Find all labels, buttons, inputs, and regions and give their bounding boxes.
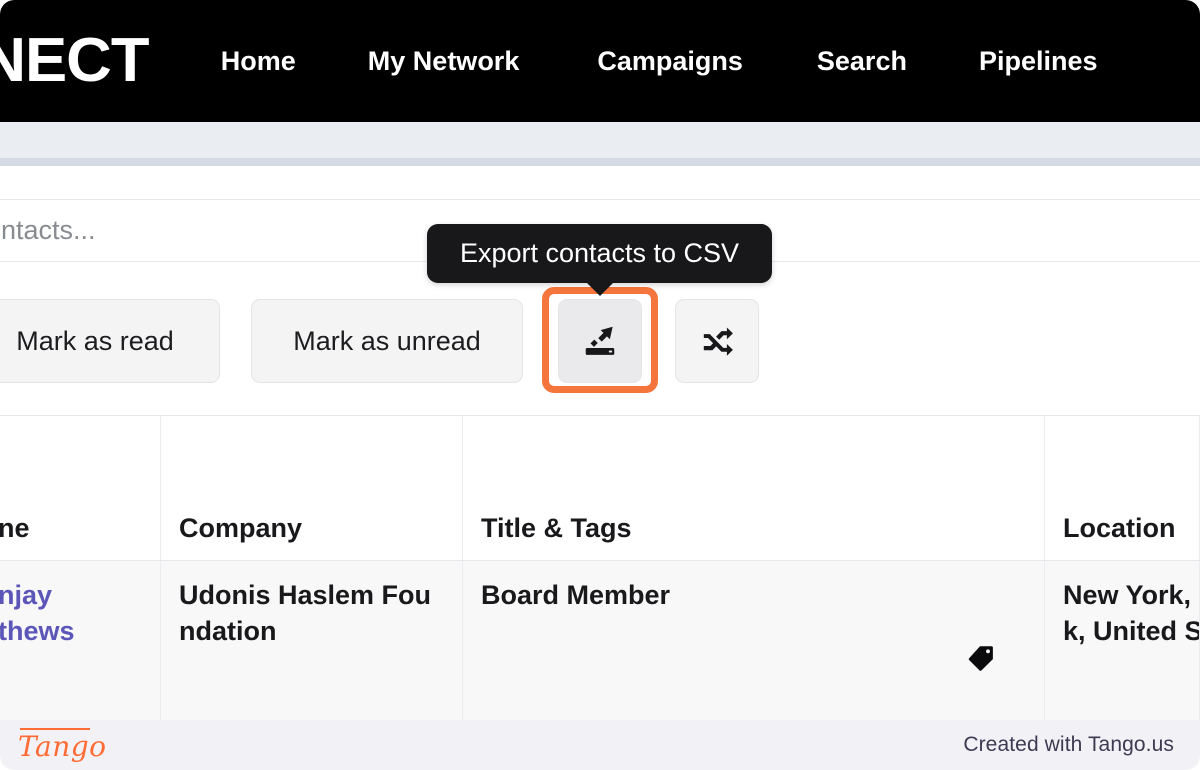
mark-as-unread-button[interactable]: Mark as unread (251, 299, 523, 383)
mark-as-unread-label: Mark as unread (293, 325, 481, 356)
company-name-line2: ndation (179, 616, 277, 647)
contact-name-link-line2[interactable]: thews (0, 613, 142, 649)
cell-name: njay thews (0, 561, 161, 720)
location-line1: New York, (1063, 580, 1192, 610)
nav-item-campaigns[interactable]: Campaigns (597, 40, 743, 83)
cell-company: Udonis Haslem Fou ndation (161, 561, 463, 720)
column-header-title-tags[interactable]: Title & Tags (463, 416, 1045, 560)
tango-footer: Tango Created with Tango.us (0, 720, 1200, 770)
page-header-band (0, 122, 1200, 158)
page-header-divider (0, 158, 1200, 166)
tango-credit[interactable]: Created with Tango.us (963, 733, 1174, 757)
location-line2: k, United S (1063, 616, 1200, 647)
column-header-location[interactable]: Location (1045, 416, 1200, 560)
mark-as-read-label: Mark as read (16, 325, 174, 356)
nav-item-pipelines[interactable]: Pipelines (979, 40, 1098, 83)
cell-location: New York, k, United S (1045, 561, 1200, 720)
app-window: NECT Home My Network Campaigns Search Pi… (0, 0, 1200, 770)
export-tooltip-label: Export contacts to CSV (459, 238, 740, 268)
company-name-line1: Udonis Haslem Fou (179, 580, 432, 610)
shuffle-button[interactable] (675, 299, 759, 383)
search-spacer (0, 166, 1200, 199)
nav-item-search[interactable]: Search (817, 40, 907, 83)
top-navigation-bar: NECT Home My Network Campaigns Search Pi… (0, 0, 1200, 122)
contact-name-link-line1[interactable]: njay (0, 577, 142, 613)
export-tooltip: Export contacts to CSV (427, 224, 772, 296)
contact-title: Board Member (481, 580, 671, 610)
export-contacts-button[interactable] (558, 299, 642, 383)
column-header-company[interactable]: Company (161, 416, 463, 560)
search-input[interactable] (0, 215, 406, 246)
column-header-name[interactable]: ne (0, 416, 161, 560)
tag-icon[interactable] (966, 643, 996, 673)
cell-title-tags: Board Member (463, 561, 1045, 720)
nav-item-home[interactable]: Home (221, 40, 296, 83)
table-header-row: ne Company Title & Tags Location (0, 416, 1200, 561)
tango-logo[interactable]: Tango (18, 727, 107, 763)
contacts-table: ne Company Title & Tags Location njay th… (0, 415, 1200, 720)
export-csv-icon (585, 326, 615, 355)
shuffle-icon (703, 327, 733, 356)
table-row[interactable]: njay thews Udonis Haslem Fou ndation Boa… (0, 561, 1200, 720)
brand-logo[interactable]: NECT (0, 30, 149, 92)
mark-as-read-button[interactable]: Mark as read (0, 299, 220, 383)
tooltip-arrow (585, 282, 614, 296)
nav-links: Home My Network Campaigns Search Pipelin… (221, 40, 1098, 83)
nav-item-my-network[interactable]: My Network (368, 40, 520, 83)
